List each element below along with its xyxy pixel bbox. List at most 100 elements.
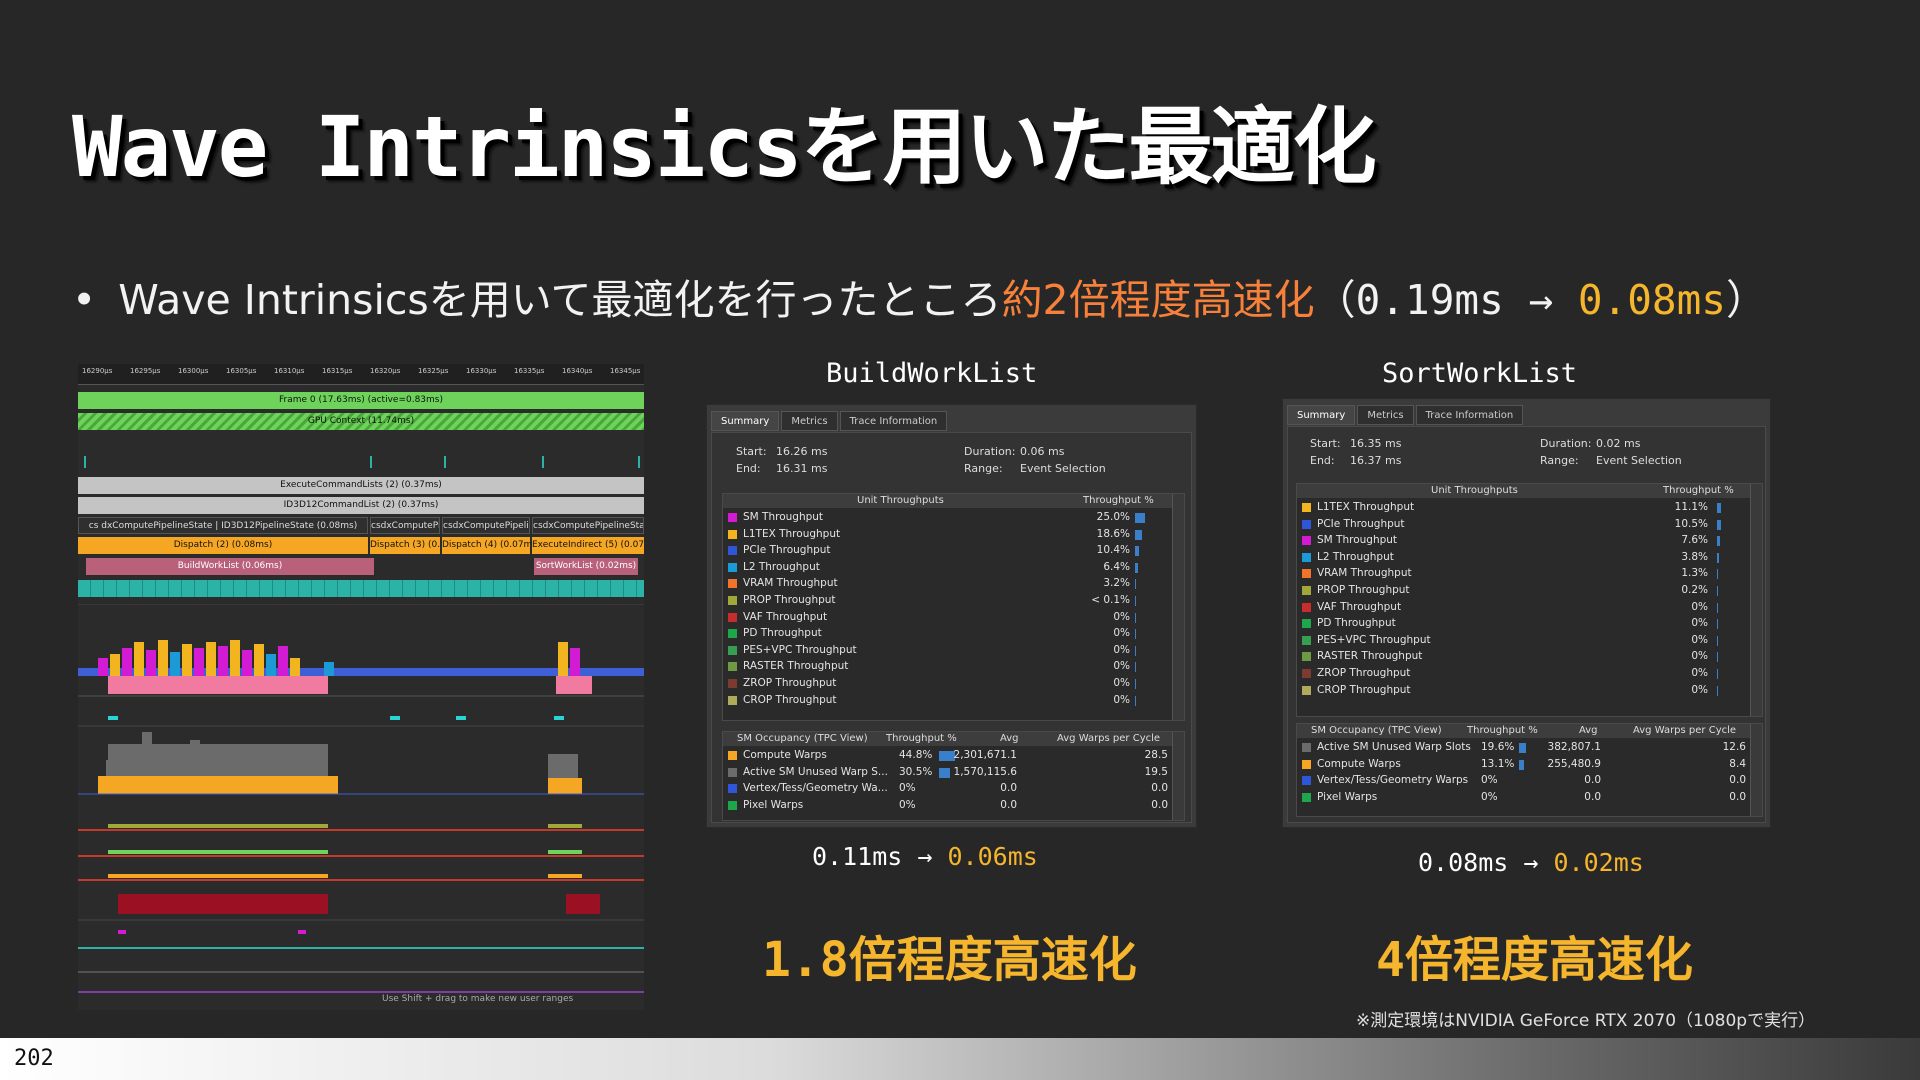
unit-value: 0% bbox=[1691, 633, 1708, 646]
unit-row[interactable]: L1TEX Throughput 11.1% bbox=[1297, 500, 1750, 516]
unit-throughputs-table[interactable]: Unit Throughputs Throughput % L1TEX Thro… bbox=[1296, 483, 1763, 717]
dispatch-bar[interactable]: ExecuteIndirect (5) (0.07m bbox=[532, 537, 644, 554]
teal-lane[interactable] bbox=[78, 580, 644, 597]
throughput-bar bbox=[1135, 579, 1136, 590]
scrollbar[interactable] bbox=[1750, 724, 1762, 816]
color-swatch bbox=[728, 751, 737, 760]
color-swatch bbox=[1302, 569, 1311, 579]
col-avg[interactable]: Avg bbox=[1000, 733, 1019, 744]
occupancy-throughput: 0% bbox=[899, 782, 916, 795]
tab-trace-information[interactable]: Trace Information bbox=[839, 411, 948, 431]
unit-row[interactable]: CROP Throughput 0% bbox=[1297, 683, 1750, 699]
col-unit-throughputs[interactable]: Unit Throughputs bbox=[1431, 485, 1518, 496]
occupancy-warps: 0.0 bbox=[1729, 790, 1746, 803]
execute-command-lists-bar[interactable]: ExecuteCommandLists (2) (0.37ms) bbox=[78, 477, 644, 494]
unit-row[interactable]: PES+VPC Throughput 0% bbox=[1297, 633, 1750, 649]
unit-row[interactable]: PD Throughput 0% bbox=[723, 626, 1172, 642]
unit-row[interactable]: RASTER Throughput 0% bbox=[723, 659, 1172, 675]
pso-bar[interactable]: cs dxComputePipelineState | ID3D12Pipeli… bbox=[78, 517, 368, 534]
unit-row[interactable]: PES+VPC Throughput 0% bbox=[723, 643, 1172, 659]
dispatch-bar[interactable]: Dispatch (2) (0.08ms) bbox=[78, 537, 368, 554]
occupancy-row[interactable]: Pixel Warps 0% 0.0 0.0 bbox=[723, 798, 1172, 814]
buildworklist-bar[interactable]: BuildWorkList (0.06ms) bbox=[86, 558, 374, 575]
start-value: 16.35 ms bbox=[1350, 437, 1402, 450]
col-throughput[interactable]: Throughput % bbox=[886, 733, 957, 744]
occupancy-row[interactable]: Active SM Unused Warp S... 30.5% 1,570,115… bbox=[723, 765, 1172, 781]
col-throughput[interactable]: Throughput % bbox=[1467, 725, 1538, 736]
unit-row[interactable]: SM Throughput 25.0% bbox=[723, 510, 1172, 526]
unit-row[interactable]: RASTER Throughput 0% bbox=[1297, 649, 1750, 665]
unit-row[interactable]: SM Throughput 7.6% bbox=[1297, 533, 1750, 549]
unit-throughputs-table[interactable]: Unit Throughputs Throughput % SM Through… bbox=[722, 493, 1185, 721]
panel-tabs: Summary Metrics Trace Information bbox=[1287, 405, 1524, 425]
metric-lanes-graph[interactable] bbox=[78, 604, 644, 1010]
unit-value: 0% bbox=[1113, 610, 1130, 623]
unit-row[interactable]: VAF Throughput 0% bbox=[1297, 600, 1750, 616]
unit-row[interactable]: CROP Throughput 0% bbox=[723, 693, 1172, 709]
tab-trace-information[interactable]: Trace Information bbox=[1415, 405, 1524, 425]
unit-row[interactable]: VRAM Throughput 3.2% bbox=[723, 576, 1172, 592]
throughput-bar bbox=[1717, 586, 1718, 596]
command-list-bar[interactable]: ID3D12CommandList (2) (0.37ms) bbox=[78, 497, 644, 514]
occupancy-row[interactable]: Active SM Unused Warp Slots 19.6% 382,807.… bbox=[1297, 740, 1750, 756]
time-ruler[interactable]: 16290μs 16295μs 16300μs 16305μs 16310μs … bbox=[78, 364, 644, 385]
col-unit-throughputs[interactable]: Unit Throughputs bbox=[857, 495, 944, 506]
sm-occupancy-table[interactable]: SM Occupancy (TPC View) Throughput % Avg… bbox=[722, 731, 1185, 821]
tab-metrics[interactable]: Metrics bbox=[1357, 405, 1414, 425]
gpu-context-bar[interactable]: GPU Context (11.74ms) bbox=[78, 413, 644, 430]
dispatch-bar[interactable]: Dispatch (3) (0.0 bbox=[370, 537, 440, 554]
frame-bar[interactable]: Frame 0 (17.63ms) (active=0.83ms) bbox=[78, 392, 644, 409]
scrollbar[interactable] bbox=[1750, 484, 1762, 716]
occupancy-row[interactable]: Compute Warps 13.1% 255,480.9 8.4 bbox=[1297, 757, 1750, 773]
occupancy-row[interactable]: Vertex/Tess/Geometry Wa... 0% 0.0 0.0 bbox=[723, 781, 1172, 797]
occupancy-row[interactable]: Vertex/Tess/Geometry Warps 0% 0.0 0.0 bbox=[1297, 773, 1750, 789]
col-avg-warps[interactable]: Avg Warps per Cycle bbox=[1057, 733, 1160, 744]
gpu-trace-timeline[interactable]: 16290μs 16295μs 16300μs 16305μs 16310μs … bbox=[78, 364, 644, 1010]
unit-row[interactable]: PROP Throughput < 0.1% bbox=[723, 593, 1172, 609]
unit-row[interactable]: ZROP Throughput 0% bbox=[1297, 666, 1750, 682]
sortworklist-bar[interactable]: SortWorkList (0.02ms) bbox=[534, 558, 638, 575]
occupancy-avg: 2,301,671.1 bbox=[953, 749, 1017, 761]
unit-row[interactable]: PCIe Throughput 10.4% bbox=[723, 543, 1172, 559]
pso-bar[interactable]: csdxComputePipelineSta bbox=[532, 517, 644, 534]
unit-row[interactable]: PD Throughput 0% bbox=[1297, 616, 1750, 632]
end-label: End: bbox=[736, 462, 761, 475]
unit-row[interactable]: L2 Throughput 3.8% bbox=[1297, 550, 1750, 566]
col-throughput-pct[interactable]: Throughput % bbox=[1663, 485, 1734, 496]
col-avg[interactable]: Avg bbox=[1579, 725, 1598, 736]
pso-bar[interactable]: csdxComputePip bbox=[370, 517, 440, 534]
unit-row[interactable]: PCIe Throughput 10.5% bbox=[1297, 517, 1750, 533]
throughput-bar bbox=[1135, 695, 1136, 706]
unit-row[interactable]: VAF Throughput 0% bbox=[723, 610, 1172, 626]
dispatch-bar[interactable]: Dispatch (4) (0.07ms bbox=[442, 537, 530, 554]
footnote: ※測定環境はNVIDIA GeForce RTX 2070（1080pで実行） bbox=[1356, 1011, 1816, 1031]
occupancy-row[interactable]: Pixel Warps 0% 0.0 0.0 bbox=[1297, 790, 1750, 806]
scrollbar[interactable] bbox=[1172, 732, 1184, 820]
end-label: End: bbox=[1310, 454, 1335, 467]
unit-row[interactable]: L1TEX Throughput 18.6% bbox=[723, 527, 1172, 543]
col-sm-occupancy[interactable]: SM Occupancy (TPC View) bbox=[1311, 725, 1442, 736]
unit-row[interactable]: VRAM Throughput 1.3% bbox=[1297, 566, 1750, 582]
buildworklist-speedup: 1.8倍程度高速化 bbox=[762, 932, 1137, 988]
occupancy-avg: 382,807.1 bbox=[1547, 741, 1601, 753]
pso-bar[interactable]: csdxComputePipelin bbox=[442, 517, 530, 534]
col-throughput-pct[interactable]: Throughput % bbox=[1083, 495, 1154, 506]
tab-summary[interactable]: Summary bbox=[1287, 405, 1356, 425]
unit-row[interactable]: ZROP Throughput 0% bbox=[723, 676, 1172, 692]
tab-metrics[interactable]: Metrics bbox=[781, 411, 838, 431]
unit-row[interactable]: PROP Throughput 0.2% bbox=[1297, 583, 1750, 599]
col-sm-occupancy[interactable]: SM Occupancy (TPC View) bbox=[737, 733, 868, 744]
color-swatch bbox=[728, 529, 737, 539]
unit-name: VRAM Throughput bbox=[1317, 567, 1412, 580]
scrollbar[interactable] bbox=[1172, 494, 1184, 720]
col-avg-warps[interactable]: Avg Warps per Cycle bbox=[1633, 725, 1736, 736]
page-number: 202 bbox=[14, 1046, 54, 1071]
occupancy-row[interactable]: Compute Warps 44.8% 2,301,671.1 28.5 bbox=[723, 748, 1172, 764]
unit-row[interactable]: L2 Throughput 6.4% bbox=[723, 560, 1172, 576]
ruler-tick: 16295μs bbox=[130, 367, 161, 375]
sm-occupancy-table[interactable]: SM Occupancy (TPC View) Throughput % Avg… bbox=[1296, 723, 1763, 817]
unit-value: 0% bbox=[1113, 643, 1130, 656]
occupancy-throughput: 44.8% bbox=[899, 749, 933, 761]
tab-summary[interactable]: Summary bbox=[711, 411, 780, 431]
throughput-lane bbox=[78, 640, 644, 697]
